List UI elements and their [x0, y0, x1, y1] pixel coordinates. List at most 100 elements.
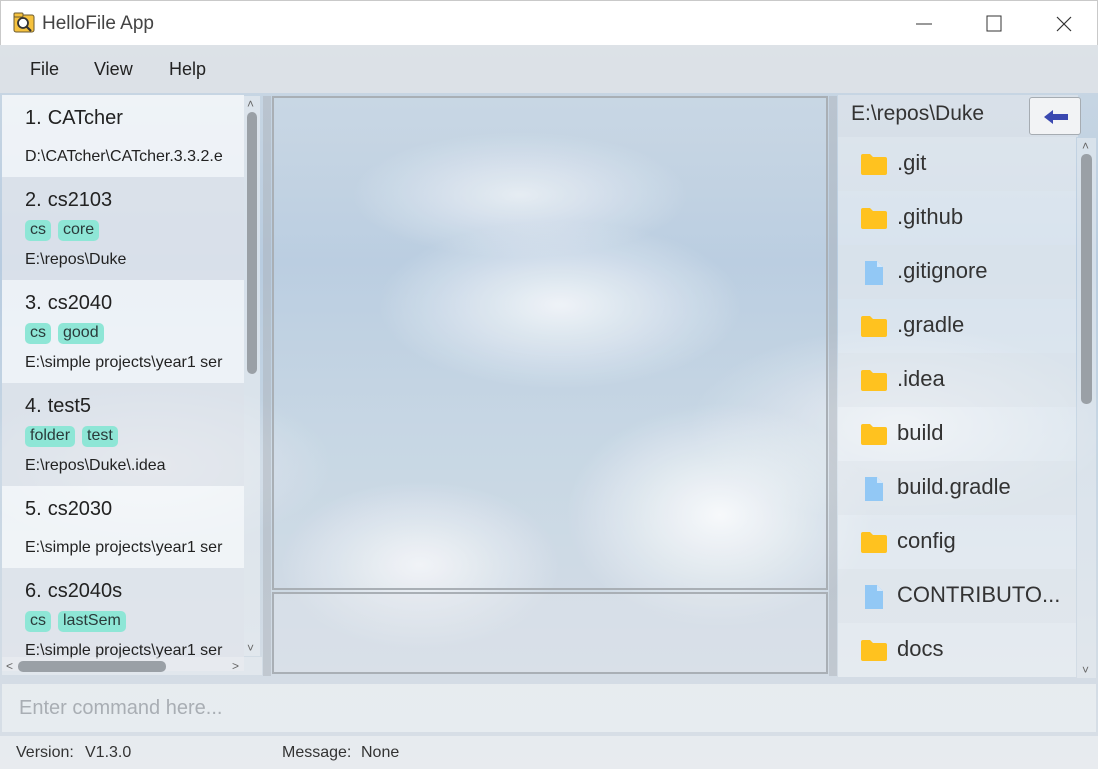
- file-row[interactable]: build: [838, 407, 1076, 461]
- folder-icon: [860, 422, 888, 451]
- file-name: build: [897, 420, 944, 445]
- file-row[interactable]: .gitignore: [838, 245, 1076, 299]
- scroll-left-icon[interactable]: ˂: [6, 660, 13, 672]
- maximize-button[interactable]: [959, 1, 1029, 46]
- list-item-title: 3. cs2040: [25, 292, 113, 314]
- version-label: Version:: [16, 744, 74, 761]
- split-divider[interactable]: [829, 96, 837, 676]
- scrollbar-thumb[interactable]: [247, 112, 257, 374]
- tag: folder: [25, 426, 76, 447]
- file-icon: [860, 476, 888, 507]
- file-row[interactable]: docs: [838, 623, 1076, 677]
- file-row[interactable]: .git: [838, 137, 1076, 191]
- tag: core: [58, 220, 100, 241]
- directory-header: E:\repos\Duke: [838, 95, 1081, 137]
- preview-panel: [272, 96, 828, 590]
- minimize-button[interactable]: [889, 1, 959, 46]
- list-item[interactable]: 4. test5 folder test E:\repos\Duke\.idea: [2, 383, 244, 486]
- tag: test: [82, 426, 118, 447]
- folder-icon: [860, 530, 888, 559]
- folder-icon: [860, 368, 888, 397]
- folder-icon: [860, 638, 888, 667]
- list-item-title: 2. cs2103: [25, 189, 113, 211]
- tag-list: cs good: [25, 323, 104, 344]
- list-item[interactable]: 6. cs2040s cs lastSem E:\simple projects\…: [2, 568, 244, 671]
- list-item-title: 4. test5: [25, 395, 92, 417]
- file-row[interactable]: build.gradle: [838, 461, 1076, 515]
- list-vertical-scrollbar[interactable]: ˄ ˅: [244, 96, 260, 656]
- app-icon: [13, 12, 35, 33]
- scroll-down-icon[interactable]: ˅: [247, 642, 254, 654]
- title-bar: HelloFile App: [0, 0, 1098, 45]
- tag: lastSem: [58, 611, 126, 632]
- file-name: docs: [897, 636, 944, 661]
- file-name: .gitignore: [897, 258, 988, 283]
- close-button[interactable]: [1029, 1, 1098, 46]
- scrollbar-thumb[interactable]: [18, 661, 166, 672]
- list-item-title: 1. CATcher: [25, 107, 123, 129]
- file-icon: [860, 260, 888, 291]
- tag-list: cs core: [25, 220, 100, 241]
- list-item[interactable]: 2. cs2103 cs core E:\repos\Duke: [2, 177, 244, 280]
- list-item-path: E:\simple projects\year1 ser: [25, 354, 223, 371]
- scroll-down-icon[interactable]: ˅: [1082, 664, 1089, 676]
- result-display-panel: [272, 592, 828, 674]
- window-title: HelloFile App: [42, 13, 154, 34]
- split-divider[interactable]: [263, 96, 271, 676]
- list-item-path: E:\simple projects\year1 ser: [25, 539, 223, 556]
- list-horizontal-scrollbar[interactable]: ˂ ˃: [2, 657, 262, 675]
- current-directory-path: E:\repos\Duke: [851, 102, 985, 125]
- file-row[interactable]: config: [838, 515, 1076, 569]
- file-name: .git: [897, 150, 927, 175]
- minimize-icon: [916, 23, 932, 25]
- file-icon: [860, 584, 888, 615]
- file-row[interactable]: CONTRIBUTO...: [838, 569, 1076, 623]
- list-item-title: 6. cs2040s: [25, 580, 123, 602]
- tagged-list-panel: 1. CATcher D:\CATcher\CATcher.3.3.2.e 2. c…: [2, 95, 262, 678]
- tag: good: [58, 323, 104, 344]
- message-label: Message:: [282, 744, 352, 761]
- file-name: .github: [897, 204, 964, 229]
- folder-icon: [860, 314, 888, 343]
- menu-view[interactable]: View: [94, 59, 133, 80]
- file-name: build.gradle: [897, 474, 1011, 499]
- message-value: None: [361, 744, 400, 761]
- file-row[interactable]: .idea: [838, 353, 1076, 407]
- menu-bar: File View Help: [0, 45, 1098, 93]
- menu-help[interactable]: Help: [169, 59, 206, 80]
- file-name: .gradle: [897, 312, 965, 337]
- status-bar: Version: V1.3.0 Message: None: [0, 736, 1098, 769]
- list-item[interactable]: 1. CATcher D:\CATcher\CATcher.3.3.2.e: [2, 95, 244, 177]
- list-item-path: E:\repos\Duke\.idea: [25, 457, 166, 474]
- menu-file[interactable]: File: [30, 59, 59, 80]
- file-name: config: [897, 528, 956, 553]
- folder-icon: [860, 152, 888, 181]
- list-item-path: E:\repos\Duke: [25, 251, 127, 268]
- folder-icon: [860, 206, 888, 235]
- list-item[interactable]: 5. cs2030 E:\simple projects\year1 ser: [2, 486, 244, 568]
- maximize-icon: [986, 15, 1002, 32]
- scrollbar-thumb[interactable]: [1081, 154, 1092, 404]
- back-button[interactable]: [1029, 97, 1081, 135]
- file-name: CONTRIBUTO...: [897, 582, 1061, 607]
- close-icon: [1056, 16, 1072, 32]
- tag-list: cs lastSem: [25, 611, 126, 632]
- version-value: V1.3.0: [85, 744, 132, 761]
- scroll-right-icon[interactable]: ˃: [232, 660, 239, 672]
- arrow-left-icon: [1044, 110, 1068, 124]
- file-name: .idea: [897, 366, 945, 391]
- file-vertical-scrollbar[interactable]: ˄ ˅: [1077, 138, 1096, 678]
- list-item-title: 5. cs2030: [25, 498, 113, 520]
- scroll-up-icon[interactable]: ˄: [247, 98, 254, 110]
- file-row[interactable]: .github: [838, 191, 1076, 245]
- command-input[interactable]: [2, 684, 1096, 732]
- file-row[interactable]: .gradle: [838, 299, 1076, 353]
- file-explorer-panel: E:\repos\Duke .git .github .gitignore .grad…: [838, 95, 1096, 678]
- list-item-path: D:\CATcher\CATcher.3.3.2.e: [25, 148, 223, 165]
- scroll-up-icon[interactable]: ˄: [1082, 140, 1089, 152]
- tag: cs: [25, 323, 51, 344]
- tag-list: folder test: [25, 426, 118, 447]
- list-item[interactable]: 3. cs2040 cs good E:\simple projects\year…: [2, 280, 244, 383]
- tag: cs: [25, 220, 51, 241]
- tag: cs: [25, 611, 51, 632]
